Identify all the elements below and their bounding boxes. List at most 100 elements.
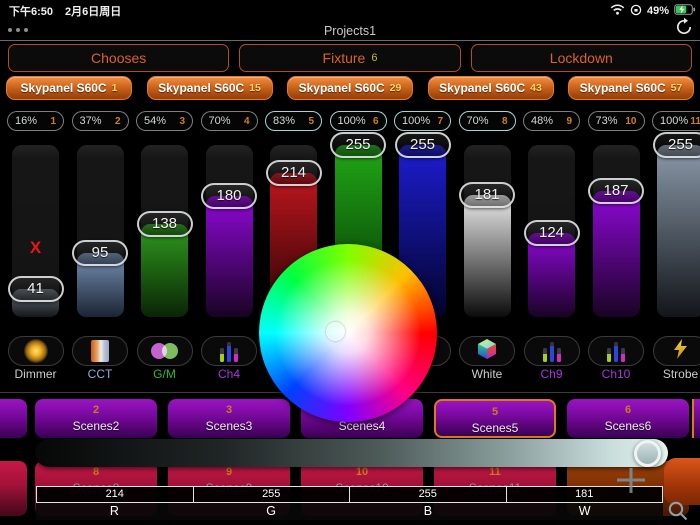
- magnifier-icon[interactable]: [666, 499, 690, 525]
- fader-thumb-8[interactable]: 181: [459, 182, 515, 208]
- percent-pill-11[interactable]: 100% 11: [652, 111, 700, 131]
- fader-fill-4: [205, 196, 253, 317]
- channel-button-CCT[interactable]: [72, 336, 128, 366]
- fader-thumb-10[interactable]: 187: [588, 178, 644, 204]
- channel-button-Ch4[interactable]: [201, 336, 257, 366]
- fixture-tab-number: 43: [530, 82, 542, 94]
- master-slider[interactable]: [35, 439, 668, 467]
- table-cell-label-G: G: [266, 504, 276, 518]
- fader-thumb-3[interactable]: 138: [136, 211, 193, 237]
- toolbar: Chooses Fixture 6 Lockdown: [0, 44, 700, 72]
- fixture-tab-15[interactable]: Skypanel S60C 15: [146, 76, 273, 100]
- scene-label: Scenes4: [338, 419, 386, 433]
- scene-button-partial-left-row1[interactable]: [0, 399, 27, 438]
- fader-thumb-5[interactable]: 214: [265, 160, 322, 186]
- scene-button-Scenes5[interactable]: 5 Scenes5: [434, 399, 556, 438]
- scene-button-Scenes2[interactable]: 2 Scenes2: [35, 399, 157, 438]
- percent-value: 16%: [15, 115, 38, 127]
- scene-number: 8: [92, 466, 100, 478]
- fader-thumb-11[interactable]: 255: [652, 132, 700, 158]
- scene-number: 11: [489, 466, 501, 478]
- scene-number: 9: [225, 466, 233, 478]
- cct-icon: [91, 340, 109, 362]
- channel-label-Ch9: Ch9: [540, 367, 563, 381]
- fixture-button[interactable]: Fixture 6: [239, 44, 461, 72]
- fixture-tab-name: Skypanel S60C: [579, 81, 666, 95]
- channel-label-CCT: CCT: [87, 367, 113, 381]
- fixture-tab-number: 57: [670, 82, 683, 94]
- fader-thumb-4[interactable]: 180: [201, 183, 257, 209]
- percent-value: 54%: [144, 115, 167, 127]
- plus-icon[interactable]: [614, 466, 648, 501]
- percent-value: 73%: [595, 115, 618, 127]
- channel-number: 5: [308, 115, 314, 127]
- channel-number: 11: [690, 115, 700, 127]
- percent-pill-5[interactable]: 83% 5: [265, 111, 322, 131]
- fader-thumb-9[interactable]: 124: [523, 220, 580, 246]
- scene-number: 6: [624, 404, 632, 416]
- fader-fill-11: [657, 145, 700, 317]
- fixture-tab-1[interactable]: Skypanel S60C 1: [6, 76, 132, 100]
- page-title: Projects1: [323, 24, 377, 38]
- fader-thumb-2[interactable]: 95: [72, 240, 128, 266]
- fixture-tab-57[interactable]: Skypanel S60C 57: [568, 76, 694, 100]
- chooses-label: Chooses: [91, 50, 147, 66]
- fader-thumb-1[interactable]: 41: [7, 276, 64, 302]
- fader-thumb-6[interactable]: 255: [330, 132, 386, 158]
- master-slider-thumb[interactable]: [634, 440, 661, 467]
- scene-label: Scenes3: [205, 419, 253, 433]
- percent-pill-7[interactable]: 100% 7: [394, 111, 451, 131]
- fixture-label: Fixture: [322, 50, 366, 66]
- channel-number: 2: [114, 115, 121, 127]
- percent-pill-2[interactable]: 37% 2: [71, 111, 129, 131]
- percent-pill-8[interactable]: 70% 8: [458, 111, 516, 131]
- channel-bars-icon: [220, 341, 238, 362]
- scene-number: 3: [225, 404, 233, 416]
- channel-button-Ch9[interactable]: [523, 336, 580, 366]
- percent-pill-3[interactable]: 54% 3: [136, 111, 193, 131]
- channel-button-Strobe[interactable]: [652, 336, 700, 366]
- fixture-tab-43[interactable]: Skypanel S60C 43: [427, 76, 554, 100]
- status-date: 2月6日周日: [65, 6, 122, 18]
- scene-number: 10: [355, 466, 369, 478]
- scene-button-partial-right-row1[interactable]: [692, 399, 700, 438]
- table-cell-label-W: W: [578, 504, 591, 518]
- table-cell-label-R: R: [109, 504, 119, 518]
- fixture-tab-number: 1: [111, 82, 118, 94]
- fader-thumb-7[interactable]: 255: [394, 132, 451, 158]
- rgbw-value-row: 214 255 255 181: [36, 486, 663, 503]
- scene-label: Scenes2: [72, 419, 120, 433]
- percent-pill-10[interactable]: 73% 10: [587, 111, 645, 131]
- table-cell-value-G: 255: [192, 486, 350, 503]
- color-wheel[interactable]: [259, 244, 437, 422]
- scene-button-partial-left-row2[interactable]: [0, 461, 27, 516]
- percent-pill-6[interactable]: 100% 6: [329, 111, 387, 131]
- bar: [607, 347, 611, 362]
- channel-button-Ch10[interactable]: [588, 336, 644, 366]
- channel-button-G/M[interactable]: [136, 336, 193, 366]
- percent-pill-9[interactable]: 48% 9: [523, 111, 580, 131]
- scene-button-Scenes3[interactable]: 3 Scenes3: [168, 399, 290, 438]
- channel-number: 1: [50, 115, 56, 127]
- chooses-button[interactable]: Chooses: [8, 44, 230, 72]
- channel-number: 8: [501, 115, 508, 127]
- channel-bars-icon: [542, 341, 561, 362]
- bar: [227, 341, 231, 362]
- channel-number: 10: [625, 115, 637, 127]
- channel-bars-icon: [607, 341, 625, 362]
- channel-button-White[interactable]: [459, 336, 515, 366]
- lockdown-button[interactable]: Lockdown: [470, 44, 692, 72]
- percent-pill-4[interactable]: 70% 4: [200, 111, 258, 131]
- fixture-tab-29[interactable]: Skypanel S60C 29: [287, 76, 413, 100]
- channel-label-Ch10: Ch10: [601, 367, 631, 381]
- channel-button-Dimmer[interactable]: [7, 336, 64, 366]
- scene-number: 5: [491, 406, 499, 418]
- percent-pill-1[interactable]: 16% 1: [7, 111, 64, 131]
- scene-label: Scenes5: [471, 421, 519, 435]
- scene-button-partial-right-row2[interactable]: [664, 458, 700, 505]
- color-wheel-cursor[interactable]: [326, 322, 345, 341]
- green-circle: [162, 343, 178, 359]
- refresh-icon[interactable]: [674, 17, 694, 37]
- scene-button-Scenes6[interactable]: 6 Scenes6: [567, 399, 689, 438]
- white-cube-icon: [475, 337, 499, 366]
